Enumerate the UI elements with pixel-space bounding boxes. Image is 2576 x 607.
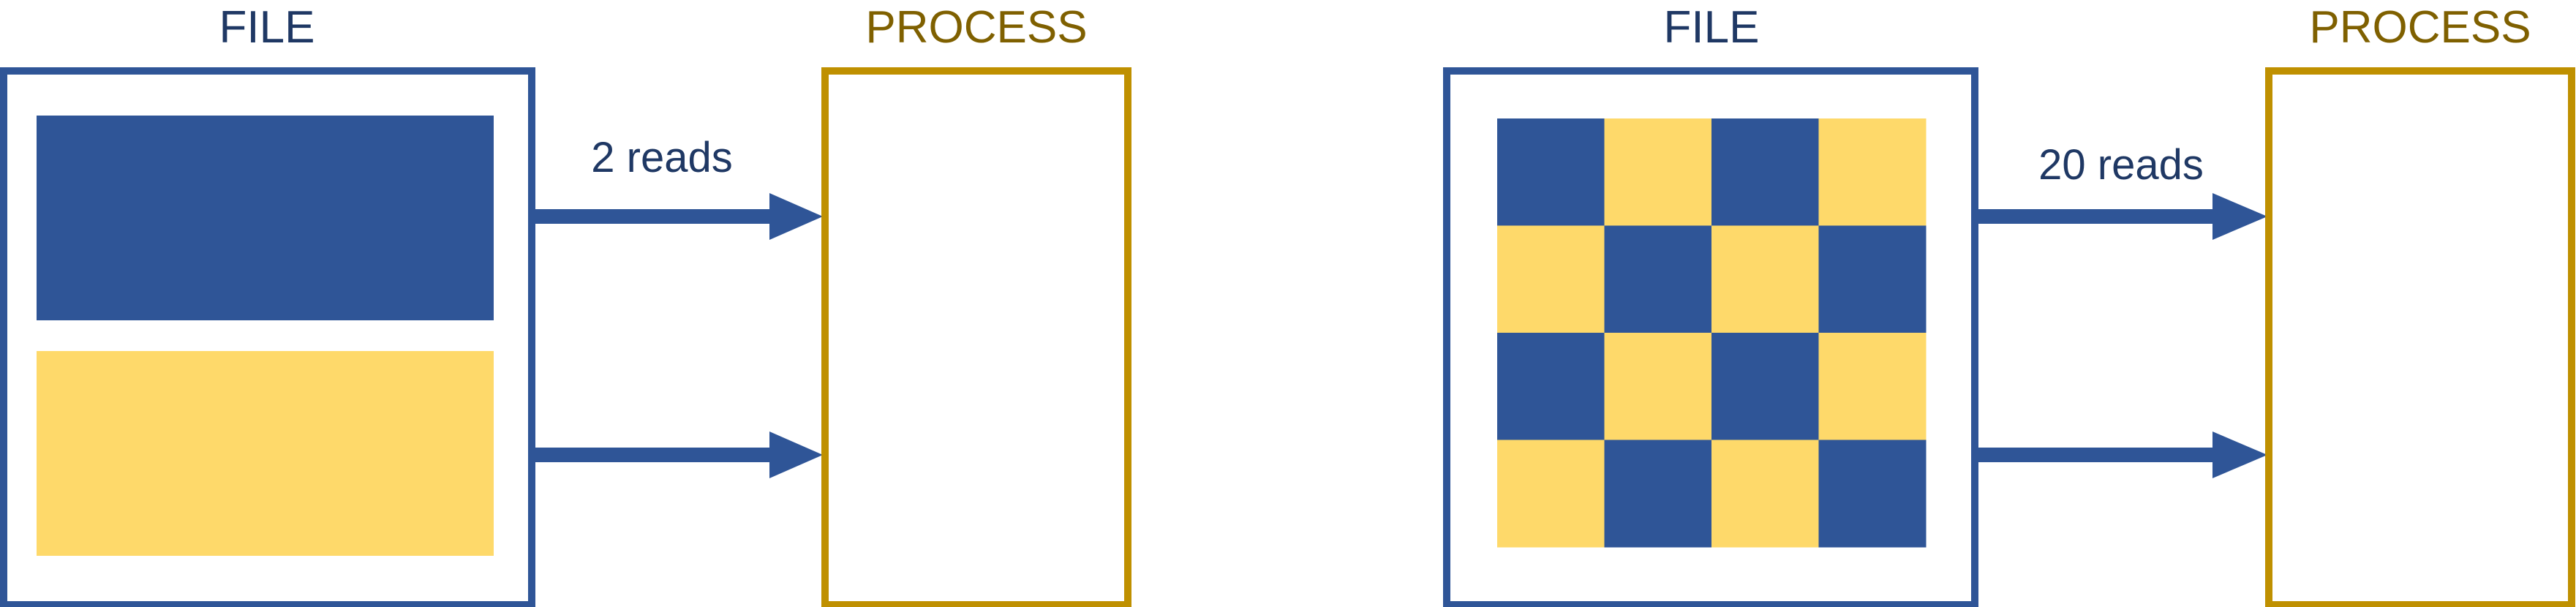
grid-cell-blue: [1497, 333, 1605, 440]
grid-cell-blue: [1818, 225, 1927, 333]
right-panel: FILE 20 reads PROCESS: [1443, 2, 2575, 607]
left-arrow-label: 2 reads: [591, 134, 732, 181]
grid-cell-yellow: [1711, 225, 1819, 333]
right-read-arrow-top: [1978, 193, 2267, 240]
grid-cell-yellow: [1711, 440, 1819, 548]
grid-cell-blue: [1818, 440, 1927, 548]
left-read-arrow-bottom: [535, 431, 823, 478]
grid-cell-blue: [1604, 440, 1712, 548]
left-file-title: FILE: [219, 2, 315, 53]
right-process-title: PROCESS: [2309, 2, 2531, 53]
left-panel: FILE 2 reads PROCESS: [0, 2, 1131, 607]
right-process-box: [2265, 67, 2575, 607]
grid-cell-blue: [1497, 118, 1605, 226]
left-file-block-yellow: [37, 351, 494, 556]
grid-cell-yellow: [1497, 440, 1605, 548]
right-arrow-label: 20 reads: [2038, 141, 2204, 189]
grid-cell-yellow: [1604, 118, 1712, 226]
right-read-arrow-bottom: [1978, 431, 2267, 478]
grid-cell-blue: [1604, 225, 1712, 333]
grid-cell-blue: [1711, 118, 1819, 226]
right-file-grid: [1497, 118, 1927, 548]
grid-cell-yellow: [1604, 333, 1712, 440]
right-file-title: FILE: [1664, 2, 1760, 53]
left-read-arrow-top: [535, 193, 823, 240]
diagram-canvas: FILE 2 reads PROCESS FILE 20 reads PROCE: [0, 2, 2575, 607]
left-file-block-blue: [37, 116, 494, 320]
left-process-title: PROCESS: [865, 2, 1087, 53]
grid-cell-yellow: [1818, 333, 1927, 440]
grid-cell-yellow: [1818, 118, 1927, 226]
grid-cell-yellow: [1497, 225, 1605, 333]
left-process-box: [821, 67, 1131, 607]
grid-cell-blue: [1711, 333, 1819, 440]
